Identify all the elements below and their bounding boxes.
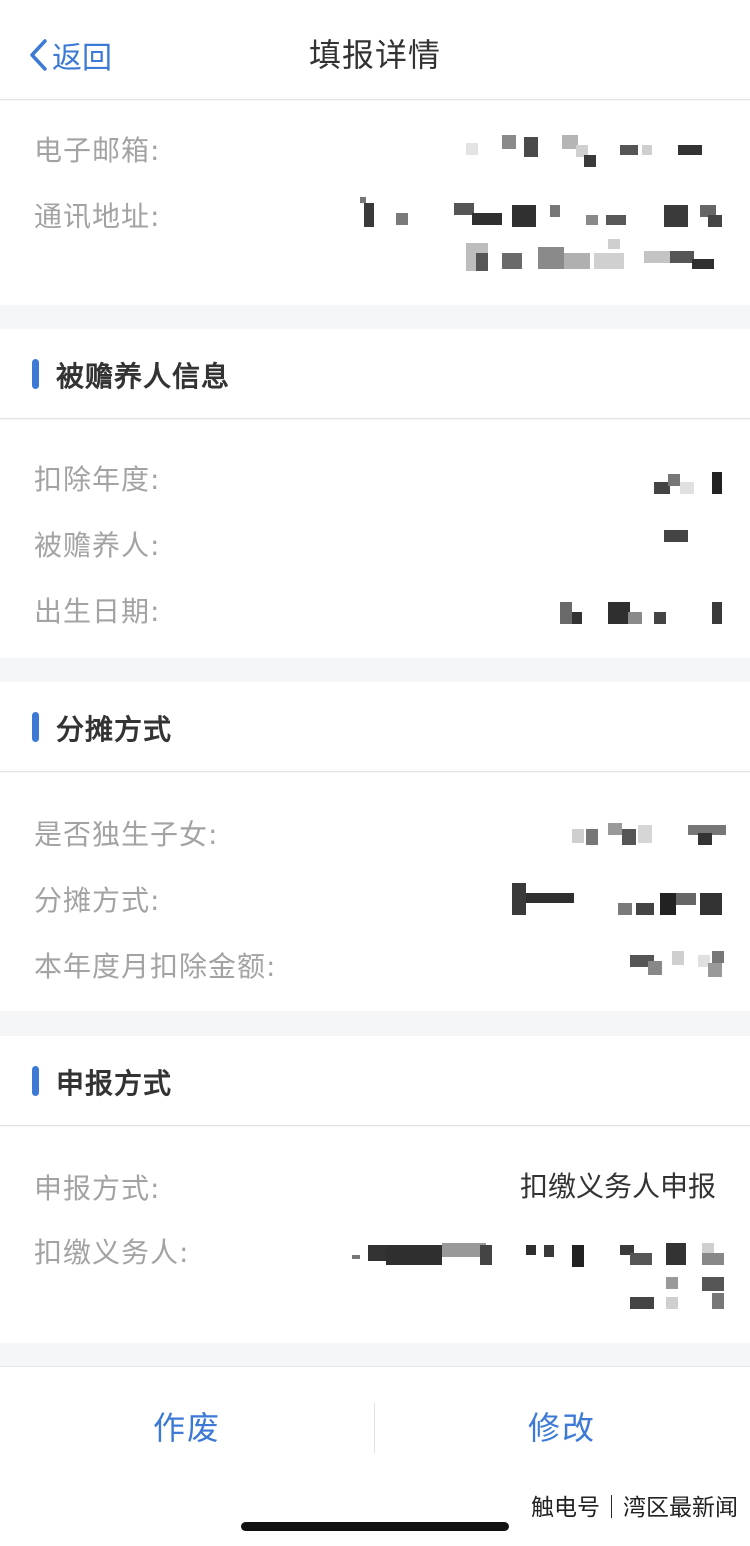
deduction-year-label: 扣除年度: — [34, 463, 161, 496]
section-dependent-header: 被赡养人信息 — [0, 329, 750, 419]
address-label: 通讯地址: — [34, 200, 161, 233]
page-title: 填报详情 — [308, 36, 441, 74]
section-accent-bar — [32, 1066, 39, 1096]
dependent-card: 扣除年度: 被赡养人: 出生日期: — [0, 420, 750, 658]
section-title-filing: 申报方式 — [56, 1067, 173, 1100]
birth-date-value-redacted — [560, 598, 730, 628]
contact-card: 电子邮箱: 通讯地址: — [0, 101, 750, 305]
only-child-label: 是否独生子女: — [34, 818, 219, 851]
section-allocation-header: 分摊方式 — [0, 682, 750, 772]
section-title-allocation: 分摊方式 — [56, 713, 173, 746]
watermark-text: 触电号｜湾区最新闻 — [531, 1495, 738, 1521]
dependent-name-value-redacted — [664, 530, 694, 544]
withholder-label: 扣缴义务人: — [34, 1236, 190, 1269]
section-accent-bar — [32, 359, 39, 389]
withholder-value-redacted — [350, 1239, 730, 1319]
filing-method-value: 扣缴义务人申报 — [519, 1170, 716, 1203]
void-button[interactable]: 作废 — [0, 1403, 374, 1449]
filing-method-label: 申报方式: — [34, 1172, 161, 1205]
deduction-year-value-redacted — [650, 468, 730, 498]
edit-button[interactable]: 修改 — [375, 1403, 749, 1449]
home-indicator[interactable] — [241, 1522, 509, 1531]
section-accent-bar — [32, 712, 39, 742]
allocation-card: 是否独生子女: 分摊方式: 本年度月扣除金额: — [0, 773, 750, 1011]
monthly-amount-label: 本年度月扣除金额: — [34, 950, 277, 983]
only-child-value-redacted — [572, 821, 732, 849]
allocation-method-value-redacted — [510, 881, 732, 917]
dependent-name-label: 被赡养人: — [34, 529, 161, 562]
section-title-dependent: 被赡养人信息 — [56, 360, 231, 393]
allocation-method-label: 分摊方式: — [34, 884, 161, 917]
filing-card: 申报方式: 扣缴义务人申报 扣缴义务人: — [0, 1127, 750, 1343]
email-label: 电子邮箱: — [34, 134, 161, 167]
address-value-redacted — [352, 193, 726, 275]
birth-date-label: 出生日期: — [34, 595, 161, 628]
section-filing-header: 申报方式 — [0, 1036, 750, 1126]
nav-bar: 返回 填报详情 — [0, 0, 750, 100]
email-value-redacted — [466, 131, 716, 171]
monthly-amount-value-redacted — [628, 949, 732, 979]
